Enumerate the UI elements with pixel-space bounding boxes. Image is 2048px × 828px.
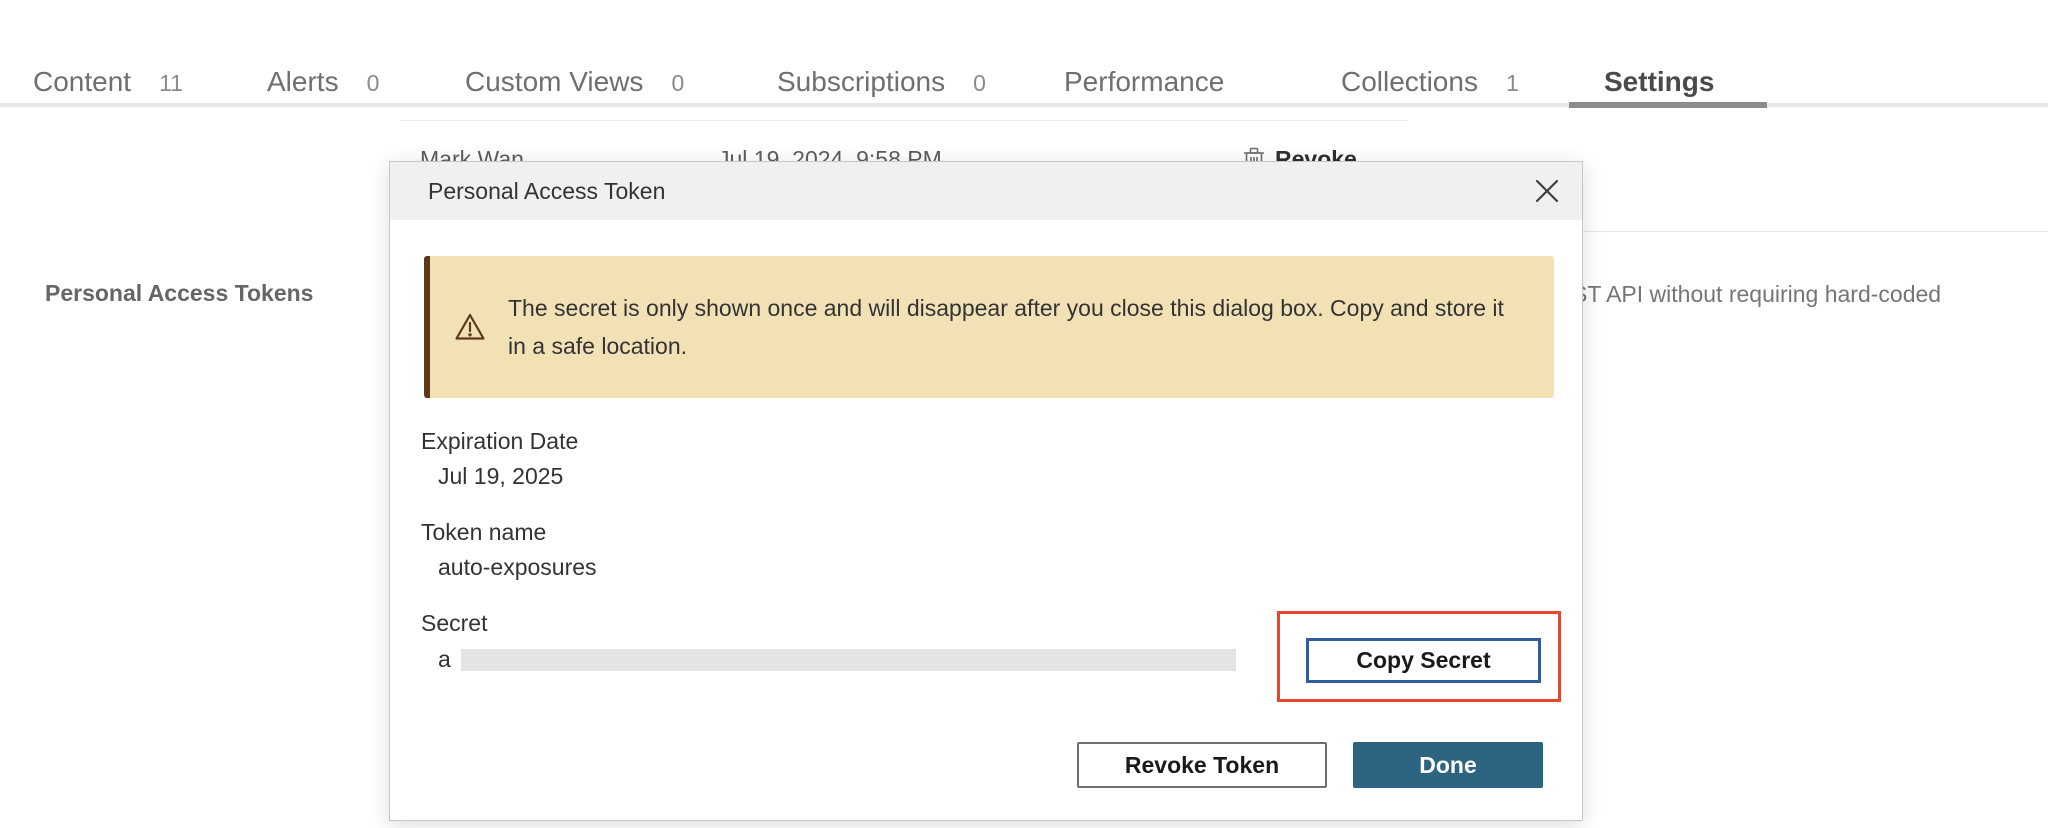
close-icon [1533,177,1561,205]
settings-page: Content 11 Alerts 0 Custom Views 0 Subsc… [0,0,2048,828]
dialog-title: Personal Access Token [428,178,665,205]
token-row-divider [400,120,1407,121]
token-name-field: Token name auto-exposures [421,519,1236,581]
close-button[interactable] [1530,174,1564,208]
secret-field: Secret a [421,610,1236,673]
secret-masked-bar [461,649,1236,671]
expiration-field: Expiration Date Jul 19, 2025 [421,428,1236,490]
token-name-value: auto-exposures [438,554,1236,581]
dialog-header: Personal Access Token [390,162,1582,220]
copy-secret-button[interactable]: Copy Secret [1306,638,1541,683]
secret-value: a [438,646,451,673]
secret-label: Secret [421,610,1236,637]
done-button[interactable]: Done [1353,742,1543,788]
warning-message: The secret is only shown once and will d… [508,289,1528,365]
personal-access-token-dialog: Personal Access Token The secret is on [389,161,1583,821]
revoke-token-button[interactable]: Revoke Token [1077,742,1327,788]
section-description-fragment: ST API without requiring hard-coded [1572,281,1941,308]
token-details: Expiration Date Jul 19, 2025 Token name … [421,428,1236,673]
expiration-label: Expiration Date [421,428,1236,455]
expiration-value: Jul 19, 2025 [438,463,1236,490]
warning-icon [454,312,486,342]
secret-warning-banner: The secret is only shown once and will d… [424,256,1554,398]
token-name-label: Token name [421,519,1236,546]
section-label: Personal Access Tokens [45,280,313,307]
secret-value-row: a [438,646,1236,673]
